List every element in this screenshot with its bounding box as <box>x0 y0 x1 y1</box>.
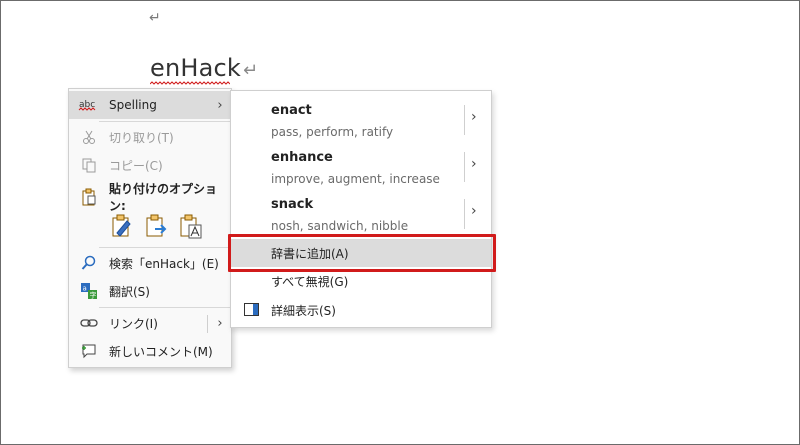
menu-split-divider <box>207 315 208 333</box>
paste-text-only-icon[interactable] <box>177 213 203 239</box>
menu-item-copy[interactable]: コピー(C) <box>69 151 231 179</box>
menu-separator <box>99 307 231 308</box>
context-menu: abc Spelling › 切り取り(T) コピー(C) 貼り付けのオプション… <box>68 88 232 368</box>
link-icon <box>69 317 109 329</box>
spelling-squiggle <box>150 81 230 85</box>
search-icon <box>69 255 109 271</box>
paragraph-mark: ↵ <box>149 10 161 26</box>
chevron-right-icon: › <box>217 315 223 331</box>
misspelled-word[interactable]: enHack <box>150 54 241 85</box>
chevron-right-icon[interactable]: › <box>471 156 477 172</box>
menu-split-divider <box>464 152 465 182</box>
highlight-annotation-box <box>228 234 496 272</box>
comment-icon <box>69 343 109 359</box>
paste-options-buttons <box>109 213 203 239</box>
menu-separator <box>99 121 231 122</box>
spelling-submenu: enact pass, perform, ratify › enhance im… <box>230 90 492 328</box>
paste-keep-formatting-icon[interactable] <box>109 213 135 239</box>
menu-item-search[interactable]: 検索「enHack」(E) <box>69 249 231 277</box>
svg-text:a: a <box>83 285 87 293</box>
scissors-icon <box>69 129 109 145</box>
paragraph-mark: ↵ <box>243 60 259 81</box>
menu-item-spelling[interactable]: abc Spelling › <box>69 91 231 119</box>
menu-separator <box>99 247 231 248</box>
details-pane-icon <box>244 303 259 319</box>
paste-merge-formatting-icon[interactable] <box>143 213 169 239</box>
menu-split-divider <box>464 105 465 135</box>
chevron-right-icon[interactable]: › <box>471 109 477 125</box>
menu-item-cut[interactable]: 切り取り(T) <box>69 123 231 151</box>
menu-item-see-more[interactable]: 詳細表示(S) <box>231 296 491 324</box>
menu-split-divider <box>464 199 465 229</box>
svg-text:字: 字 <box>90 291 97 300</box>
chevron-right-icon: › <box>217 97 223 113</box>
translate-icon: a字 <box>69 282 109 300</box>
suggestion-enact[interactable]: enact pass, perform, ratify › <box>231 93 491 139</box>
clipboard-icon <box>69 188 109 206</box>
spelling-icon: abc <box>69 98 109 112</box>
menu-item-translate[interactable]: a字 翻訳(S) <box>69 277 231 305</box>
suggestion-snack[interactable]: snack nosh, sandwich, nibble › <box>231 187 491 233</box>
misspelled-word-line: enHack ↵ <box>150 54 259 85</box>
chevron-right-icon[interactable]: › <box>471 203 477 219</box>
suggestion-enhance[interactable]: enhance improve, augment, increase › <box>231 140 491 186</box>
menu-item-new-comment[interactable]: 新しいコメント(M) <box>69 337 231 365</box>
paste-options-header: 貼り付けのオプション: <box>69 182 231 213</box>
copy-icon <box>69 157 109 173</box>
